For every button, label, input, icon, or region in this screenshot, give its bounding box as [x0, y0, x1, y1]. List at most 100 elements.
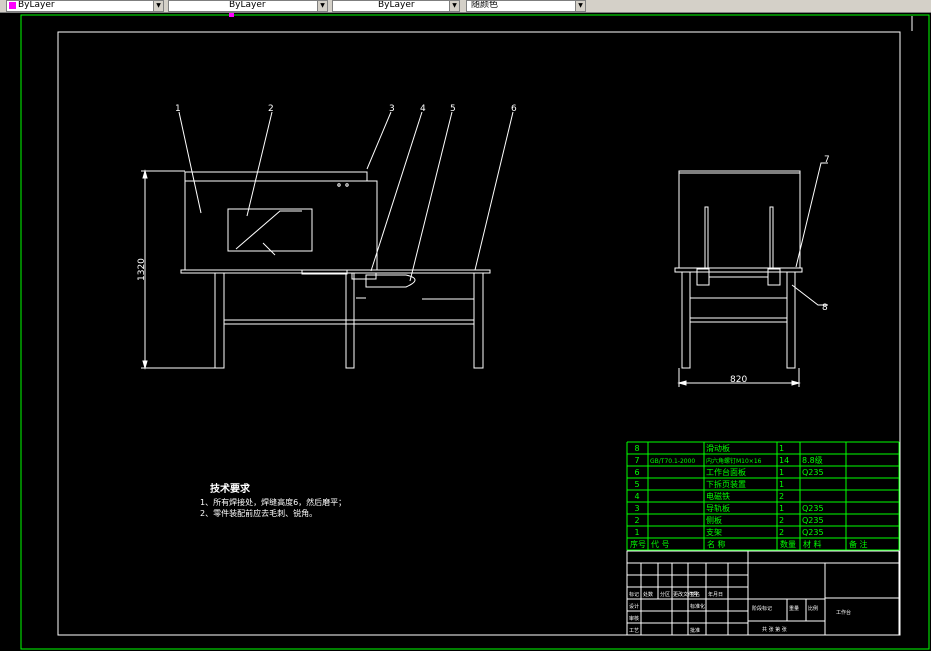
leader-label-3: 3 — [389, 104, 395, 114]
linetype-combo-value: ByLayer — [229, 0, 266, 10]
bom-cell-name: 工作台面板 — [706, 467, 746, 477]
indicator-b — [345, 183, 349, 187]
side-bracket-right — [767, 268, 781, 286]
bom-cell-material: Q235 — [802, 468, 824, 477]
color-combo-value: ByLayer — [18, 0, 55, 10]
chevron-down-icon[interactable]: ▼ — [317, 1, 327, 11]
bom-cell-no: 2 — [635, 516, 640, 525]
tb-label-mark: 标记 — [629, 591, 639, 598]
side-table-top — [674, 267, 803, 273]
tb-label-scale: 比例 — [808, 605, 818, 612]
cursor-marker — [229, 13, 234, 17]
bom-table: 8 滑动板 17 GB/T70.1-2000 内六角螺钉M10×16 14 8.8级6 工作台… — [626, 441, 900, 551]
chevron-down-icon[interactable]: ▼ — [153, 1, 163, 11]
height-dimension-value: 1320 — [137, 258, 147, 281]
tech-req-line-2: 2、零件装配前应去毛刺、锐角。 — [200, 508, 317, 518]
housing — [184, 180, 378, 271]
window-guide-2 — [262, 242, 276, 256]
plotstyle-combo[interactable]: 随颜色 ▼ — [466, 0, 586, 12]
tb-label-sheets: 共 张 第 张 — [762, 626, 787, 633]
tb-label-design: 设计 — [629, 603, 639, 610]
bom-cell-qty: 1 — [779, 444, 784, 453]
leader-label-2: 2 — [268, 104, 274, 114]
bom-cell-material: Q235 — [802, 516, 824, 525]
bom-cell-no: 5 — [635, 480, 640, 489]
cad-drawing: 1 2 3 4 5 6 1320 7 8 820 技术要求 1、所有焊接处，焊缝… — [20, 13, 930, 650]
bom-cell-name: 导轨板 — [706, 503, 730, 513]
leader-3 — [366, 111, 392, 170]
leader-5 — [409, 111, 453, 282]
leader-label-1: 1 — [175, 104, 181, 114]
tb-label-count: 处数 — [643, 591, 653, 598]
bom-cell-no: 4 — [635, 492, 640, 501]
bom-cell-qty: 2 — [779, 492, 784, 501]
drawing-canvas[interactable]: 1 2 3 4 5 6 1320 7 8 820 技术要求 1、所有焊接处，焊缝… — [0, 13, 931, 651]
chevron-down-icon[interactable]: ▼ — [449, 1, 459, 11]
properties-toolbar: ByLayer ▼ ByLayer ▼ ByLayer ▼ 随颜色 ▼ — [0, 0, 931, 13]
bom-cell-qty: 1 — [779, 468, 784, 477]
bom-cell-name: 下拆页装置 — [706, 479, 746, 489]
lineweight-combo[interactable]: ByLayer ▼ — [332, 0, 460, 12]
bom-header-note: 备 注 — [849, 539, 868, 549]
tech-req-title: 技术要求 — [210, 482, 251, 495]
bom-cell-qty: 14 — [779, 456, 789, 465]
bom-cell-name: 内六角螺钉M10×16 — [706, 457, 762, 465]
side-bracket-left — [696, 268, 710, 286]
leader-4 — [370, 111, 423, 272]
bom-header-code: 代 号 — [651, 539, 670, 549]
tb-label-date: 年月日 — [708, 591, 723, 598]
bom-cell-no: 8 — [635, 444, 640, 453]
leader-label-6: 6 — [511, 104, 517, 114]
tb-drawing-name: 工作台 — [836, 609, 851, 616]
leg-left — [214, 272, 225, 369]
width-dimension-value: 820 — [730, 375, 747, 385]
leader-8 — [791, 284, 828, 306]
bom-cell-name: 侧板 — [706, 515, 722, 525]
housing-top — [184, 171, 368, 181]
lineweight-combo-value: ByLayer — [378, 0, 415, 10]
bom-cell-name: 电磁铁 — [706, 491, 730, 501]
bom-header-name: 名 称 — [707, 539, 726, 549]
leader-1 — [178, 111, 202, 214]
bom-cell-material: Q235 — [802, 504, 824, 513]
dim-arrow-left — [677, 380, 687, 386]
side-leg-left — [681, 271, 691, 369]
bom-cell-name: 滑动板 — [706, 443, 730, 453]
bom-cell-no: 1 — [635, 528, 640, 537]
technical-requirements: 技术要求 1、所有焊接处，焊缝高度6，然后磨平； 2、零件装配前应去毛刺、锐角。 — [200, 482, 346, 518]
window-guide — [235, 210, 302, 250]
title-block-labels: 标记 处数 分区 更改文件号 签名 年月日 设计 标准化 审核 工艺 批准 阶段… — [629, 591, 851, 634]
leader-label-4: 4 — [420, 104, 426, 114]
color-combo[interactable]: ByLayer ▼ — [6, 0, 164, 12]
chevron-down-icon[interactable]: ▼ — [575, 1, 585, 11]
side-post-left — [704, 206, 709, 269]
dim-arrow-bottom — [142, 360, 148, 370]
front-view — [141, 111, 514, 370]
leader-label-5: 5 — [450, 104, 456, 114]
side-housing — [678, 170, 801, 269]
side-post-right — [769, 206, 774, 269]
leader-6 — [474, 111, 514, 271]
tb-label-zone: 分区 — [660, 591, 670, 598]
bom-header-no: 序号 — [630, 539, 646, 549]
bom-cell-qty: 1 — [779, 504, 784, 513]
indicator-a — [337, 183, 341, 187]
front-view-labels: 1 2 3 4 5 6 1320 — [137, 104, 517, 281]
bom-cell-qty: 2 — [779, 516, 784, 525]
tb-label-review: 审核 — [629, 615, 639, 622]
bom-cell-no: 6 — [635, 468, 640, 477]
bom-cell-qty: 2 — [779, 528, 784, 537]
bom-cell-code: GB/T70.1-2000 — [650, 458, 695, 465]
bom-header-material: 材 料 — [803, 539, 822, 549]
plotstyle-combo-value: 随颜色 — [471, 0, 499, 10]
bom-cell-no: 7 — [635, 456, 640, 465]
bom-cell-material: Q235 — [802, 528, 824, 537]
dim-arrow-top — [142, 169, 148, 179]
linetype-combo[interactable]: ByLayer ▼ — [168, 0, 328, 12]
tech-req-line-1: 1、所有焊接处，焊缝高度6，然后磨平； — [200, 497, 346, 507]
leg-right — [473, 272, 484, 369]
sheet-inner-border — [57, 31, 901, 636]
tb-label-sign: 签名 — [690, 591, 700, 598]
side-view — [674, 162, 828, 387]
bom-cell-no: 3 — [635, 504, 640, 513]
